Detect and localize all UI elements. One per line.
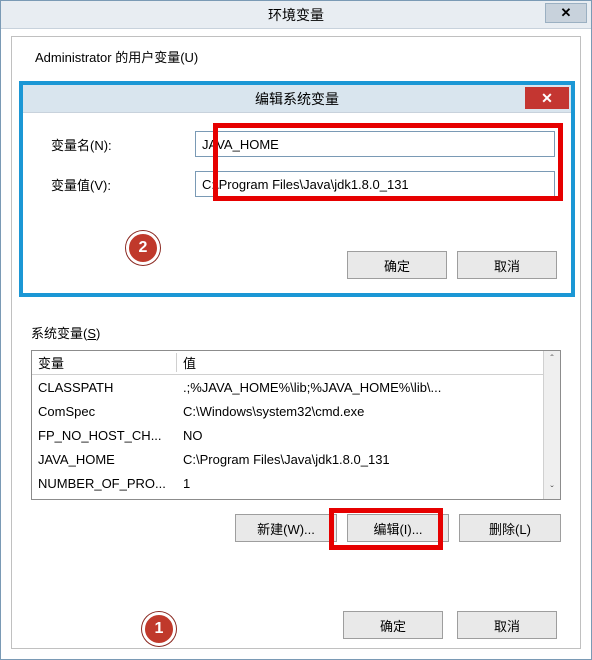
variable-name-input[interactable] <box>195 131 555 157</box>
system-variables-label: 系统变量(S) <box>31 323 561 342</box>
env-vars-window: 环境变量 ✕ Administrator 的用户变量(U) 编辑系统变量 ✕ 变… <box>0 0 592 660</box>
cell-val: NO <box>177 428 560 443</box>
sysvars-button-row: 新建(W)... 编辑(I)... 删除(L) <box>31 514 561 542</box>
close-icon: ✕ <box>561 5 572 21</box>
cell-var: JAVA_HOME <box>32 452 177 467</box>
cell-val: .;%JAVA_HOME%\lib;%JAVA_HOME%\lib\... <box>177 380 560 395</box>
modal-title: 编辑系统变量 <box>255 89 339 109</box>
variable-value-row: 变量值(V): <box>35 171 559 197</box>
bottom-button-row: 确定 取消 <box>343 611 557 639</box>
edit-system-variable-dialog: 编辑系统变量 ✕ 变量名(N): 变量值(V): 确定 取消 <box>19 81 575 297</box>
outer-title: 环境变量 <box>268 5 324 25</box>
edit-button[interactable]: 编辑(I)... <box>347 514 449 542</box>
list-scrollbar[interactable]: ˆ ˇ <box>543 351 560 499</box>
modal-cancel-button[interactable]: 取消 <box>457 251 557 279</box>
system-variables-list[interactable]: 变量 值 CLASSPATH .;%JAVA_HOME%\lib;%JAVA_H… <box>31 350 561 500</box>
modal-ok-button[interactable]: 确定 <box>347 251 447 279</box>
sysvars-label-prefix: 系统变量( <box>31 326 87 341</box>
scroll-up-icon[interactable]: ˆ <box>544 351 561 368</box>
sysvars-label-hotkey: S <box>87 326 96 341</box>
list-item[interactable]: CLASSPATH .;%JAVA_HOME%\lib;%JAVA_HOME%\… <box>32 375 560 399</box>
list-item[interactable]: FP_NO_HOST_CH... NO <box>32 423 560 447</box>
scroll-down-icon[interactable]: ˇ <box>544 482 561 499</box>
modal-close-button[interactable]: ✕ <box>525 87 569 109</box>
outer-titlebar: 环境变量 ✕ <box>1 1 591 29</box>
list-item[interactable]: JAVA_HOME C:\Program Files\Java\jdk1.8.0… <box>32 447 560 471</box>
cancel-button[interactable]: 取消 <box>457 611 557 639</box>
cell-var: FP_NO_HOST_CH... <box>32 428 177 443</box>
modal-body: 变量名(N): 变量值(V): 确定 取消 <box>23 113 571 293</box>
user-vars-heading: Administrator 的用户变量(U) <box>35 47 198 66</box>
cell-var: CLASSPATH <box>32 380 177 395</box>
header-variable[interactable]: 变量 <box>32 353 177 372</box>
list-body: CLASSPATH .;%JAVA_HOME%\lib;%JAVA_HOME%\… <box>32 375 560 499</box>
cell-val: 1 <box>177 476 560 491</box>
list-item[interactable]: NUMBER_OF_PRO... 1 <box>32 471 560 495</box>
annotation-callout-1: 1 <box>142 612 176 646</box>
list-item[interactable]: ComSpec C:\Windows\system32\cmd.exe <box>32 399 560 423</box>
variable-name-row: 变量名(N): <box>35 131 559 157</box>
variable-value-input[interactable] <box>195 171 555 197</box>
variable-name-label: 变量名(N): <box>35 135 195 154</box>
modal-button-row: 确定 取消 <box>347 251 557 279</box>
delete-button[interactable]: 删除(L) <box>459 514 561 542</box>
cell-val: C:\Program Files\Java\jdk1.8.0_131 <box>177 452 560 467</box>
ok-button[interactable]: 确定 <box>343 611 443 639</box>
cell-var: NUMBER_OF_PRO... <box>32 476 177 491</box>
system-variables-section: 系统变量(S) 变量 值 CLASSPATH .;%JAVA_HOME%\lib… <box>31 323 561 542</box>
modal-titlebar: 编辑系统变量 ✕ <box>23 85 571 113</box>
variable-value-label: 变量值(V): <box>35 175 195 194</box>
close-icon: ✕ <box>541 90 553 107</box>
header-value[interactable]: 值 <box>177 353 560 372</box>
annotation-callout-2: 2 <box>126 231 160 265</box>
sysvars-label-suffix: ) <box>96 326 100 341</box>
outer-close-button[interactable]: ✕ <box>545 3 587 23</box>
list-header: 变量 值 <box>32 351 560 375</box>
cell-var: ComSpec <box>32 404 177 419</box>
cell-val: C:\Windows\system32\cmd.exe <box>177 404 560 419</box>
new-button[interactable]: 新建(W)... <box>235 514 337 542</box>
